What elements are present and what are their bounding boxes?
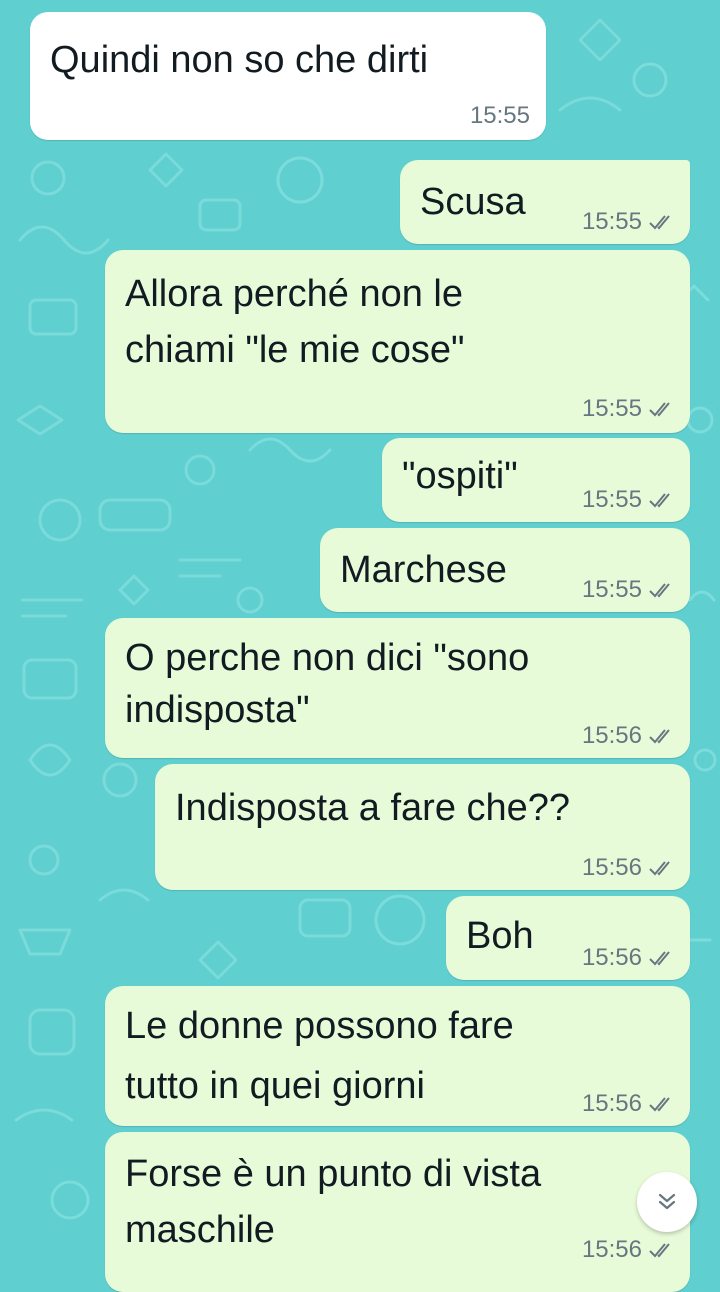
double-chevron-down-icon [658, 1193, 676, 1210]
message-meta: 15:56 [582, 1236, 674, 1264]
message-time: 15:56 [581, 1090, 642, 1117]
double-check-icon [649, 215, 670, 230]
message-time: 15:56 [581, 1236, 642, 1263]
message-time: 15:55 [581, 208, 642, 235]
message-text-line: maschile [125, 1209, 275, 1251]
message-bubble-outgoing[interactable]: Indisposta a fare che?? 15:56 [155, 764, 690, 890]
double-check-icon [649, 1243, 670, 1258]
double-check-icon [649, 1097, 670, 1112]
scroll-to-bottom-button[interactable] [637, 1172, 697, 1232]
message-text-line: Le donne possono fare [125, 1005, 514, 1047]
message-bubble-outgoing[interactable]: Scusa 15:55 [400, 160, 690, 244]
message-meta: 15:55 [582, 395, 674, 423]
message-bubble-outgoing[interactable]: Le donne possono fare tutto in quei gior… [105, 986, 690, 1126]
message-meta: 15:56 [582, 854, 674, 882]
message-meta: 15:55 [470, 102, 530, 130]
message-bubble-outgoing[interactable]: Allora perché non le chiami "le mie cose… [105, 250, 690, 433]
message-text-line: Allora perché non le [125, 273, 463, 315]
message-bubble-outgoing[interactable]: O perche non dici "sono indisposta" 15:5… [105, 618, 690, 758]
message-time: 15:56 [581, 854, 642, 881]
message-meta: 15:55 [582, 576, 674, 604]
message-text: Marchese [340, 549, 507, 591]
message-bubble-outgoing[interactable]: Marchese 15:55 [320, 528, 690, 612]
double-check-icon [649, 861, 670, 876]
message-meta: 15:55 [582, 486, 674, 514]
message-meta: 15:55 [582, 208, 674, 236]
double-check-icon [649, 402, 670, 417]
message-time: 15:55 [581, 395, 642, 422]
message-text-line: Forse è un punto di vista [125, 1153, 542, 1195]
double-check-icon [649, 729, 670, 744]
message-text: Indisposta a fare che?? [175, 787, 571, 829]
message-text: Quindi non so che dirti [50, 39, 429, 81]
message-meta: 15:56 [582, 1090, 674, 1118]
chat-message-list[interactable]: Quindi non so che dirti 15:55 Scusa 15:5… [0, 0, 720, 1292]
message-time: 15:55 [581, 576, 642, 603]
message-bubble-outgoing[interactable]: "ospiti" 15:55 [382, 438, 690, 522]
message-text-line: tutto in quei giorni [125, 1065, 425, 1107]
message-time: 15:56 [581, 944, 642, 971]
message-time: 15:55 [581, 486, 642, 513]
double-check-icon [649, 583, 670, 598]
double-check-icon [649, 493, 670, 508]
message-meta: 15:56 [582, 944, 674, 972]
message-bubble-outgoing[interactable]: Boh 15:56 [446, 896, 690, 980]
message-text-line: chiami "le mie cose" [125, 329, 465, 371]
message-bubble-incoming[interactable]: Quindi non so che dirti 15:55 [30, 12, 546, 140]
message-meta: 15:56 [582, 722, 674, 750]
message-time: 15:56 [581, 722, 642, 749]
message-bubble-outgoing[interactable]: Forse è un punto di vista maschile 15:56 [105, 1132, 690, 1292]
message-text: "ospiti" [402, 455, 518, 497]
message-text-line: O perche non dici "sono [125, 637, 530, 679]
double-check-icon [649, 951, 670, 966]
message-text-line: indisposta" [125, 689, 310, 731]
message-text: Scusa [420, 181, 526, 223]
message-time: 15:55 [469, 102, 530, 129]
message-text: Boh [466, 915, 534, 957]
